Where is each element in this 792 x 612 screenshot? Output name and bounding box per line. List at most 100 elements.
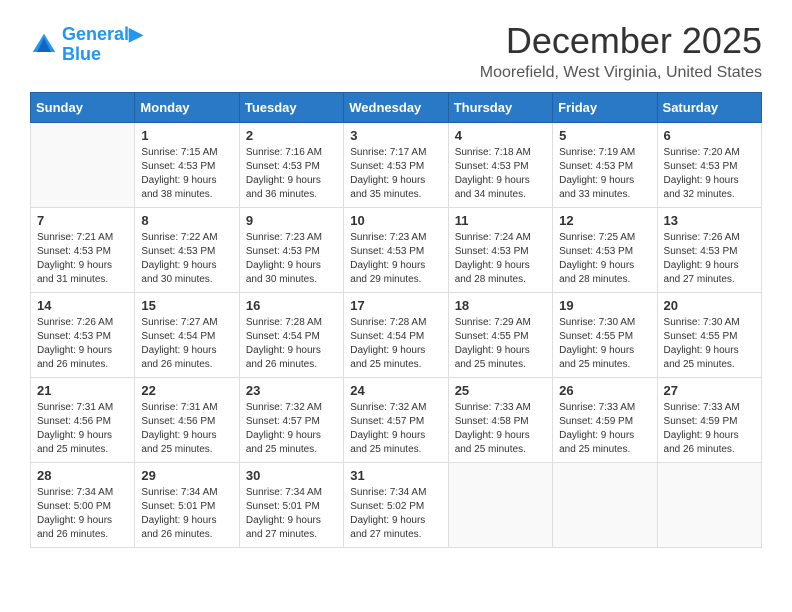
logo-line1: General [62, 24, 129, 44]
calendar-cell [448, 463, 552, 548]
day-number: 4 [455, 128, 546, 143]
day-number: 24 [350, 383, 441, 398]
calendar-cell: 6 Sunrise: 7:20 AMSunset: 4:53 PMDaylight… [657, 123, 761, 208]
day-info: Sunrise: 7:17 AMSunset: 4:53 PMDaylight:… [350, 146, 441, 202]
day-info: Sunrise: 7:23 AMSunset: 4:53 PMDaylight:… [246, 231, 337, 287]
day-info: Sunrise: 7:34 AMSunset: 5:00 PMDaylight:… [37, 486, 128, 542]
day-info: Sunrise: 7:33 AMSunset: 4:59 PMDaylight:… [559, 401, 650, 457]
week-row-1: 1 Sunrise: 7:15 AMSunset: 4:53 PMDaylight… [31, 123, 762, 208]
day-number: 16 [246, 298, 337, 313]
weekday-header-tuesday: Tuesday [239, 93, 343, 123]
calendar-cell: 28 Sunrise: 7:34 AMSunset: 5:00 PMDayligh… [31, 463, 135, 548]
calendar-cell: 17 Sunrise: 7:28 AMSunset: 4:54 PMDayligh… [344, 293, 448, 378]
calendar-cell [31, 123, 135, 208]
day-number: 17 [350, 298, 441, 313]
calendar-cell [657, 463, 761, 548]
day-number: 23 [246, 383, 337, 398]
calendar-cell: 18 Sunrise: 7:29 AMSunset: 4:55 PMDayligh… [448, 293, 552, 378]
day-number: 28 [37, 468, 128, 483]
day-number: 1 [141, 128, 232, 143]
day-number: 10 [350, 213, 441, 228]
day-number: 8 [141, 213, 232, 228]
calendar-cell: 13 Sunrise: 7:26 AMSunset: 4:53 PMDayligh… [657, 208, 761, 293]
weekday-header-monday: Monday [135, 93, 239, 123]
calendar-cell: 1 Sunrise: 7:15 AMSunset: 4:53 PMDaylight… [135, 123, 239, 208]
logo-text: General▶ Blue [62, 25, 143, 65]
month-year-title: December 2025 [480, 20, 762, 62]
day-info: Sunrise: 7:26 AMSunset: 4:53 PMDaylight:… [664, 231, 755, 287]
day-info: Sunrise: 7:15 AMSunset: 4:53 PMDaylight:… [141, 146, 232, 202]
day-info: Sunrise: 7:30 AMSunset: 4:55 PMDaylight:… [664, 316, 755, 372]
week-row-5: 28 Sunrise: 7:34 AMSunset: 5:00 PMDayligh… [31, 463, 762, 548]
day-number: 22 [141, 383, 232, 398]
day-number: 3 [350, 128, 441, 143]
day-number: 27 [664, 383, 755, 398]
logo-line2: Blue [62, 44, 101, 64]
calendar-cell: 15 Sunrise: 7:27 AMSunset: 4:54 PMDayligh… [135, 293, 239, 378]
day-info: Sunrise: 7:34 AMSunset: 5:01 PMDaylight:… [141, 486, 232, 542]
calendar-cell: 22 Sunrise: 7:31 AMSunset: 4:56 PMDayligh… [135, 378, 239, 463]
day-info: Sunrise: 7:32 AMSunset: 4:57 PMDaylight:… [246, 401, 337, 457]
calendar-cell: 14Sunrise: 7:26 AMSunset: 4:53 PMDayligh… [31, 293, 135, 378]
day-info: Sunrise: 7:22 AMSunset: 4:53 PMDaylight:… [141, 231, 232, 287]
day-number: 12 [559, 213, 650, 228]
day-number: 30 [246, 468, 337, 483]
day-info: Sunrise: 7:27 AMSunset: 4:54 PMDaylight:… [141, 316, 232, 372]
day-info: Sunrise: 7:24 AMSunset: 4:53 PMDaylight:… [455, 231, 546, 287]
calendar-cell: 11 Sunrise: 7:24 AMSunset: 4:53 PMDayligh… [448, 208, 552, 293]
calendar-cell: 10 Sunrise: 7:23 AMSunset: 4:53 PMDayligh… [344, 208, 448, 293]
day-info: Sunrise: 7:19 AMSunset: 4:53 PMDaylight:… [559, 146, 650, 202]
day-info: Sunrise: 7:28 AMSunset: 4:54 PMDaylight:… [246, 316, 337, 372]
day-info: Sunrise: 7:20 AMSunset: 4:53 PMDaylight:… [664, 146, 755, 202]
calendar-cell: 20Sunrise: 7:30 AMSunset: 4:55 PMDayligh… [657, 293, 761, 378]
calendar-cell: 21Sunrise: 7:31 AMSunset: 4:56 PMDayligh… [31, 378, 135, 463]
day-number: 26 [559, 383, 650, 398]
day-info: Sunrise: 7:28 AMSunset: 4:54 PMDaylight:… [350, 316, 441, 372]
location-subtitle: Moorefield, West Virginia, United States [480, 64, 762, 82]
page-header: General▶ Blue December 2025 Moorefield, … [30, 20, 762, 82]
calendar-cell: 19 Sunrise: 7:30 AMSunset: 4:55 PMDayligh… [553, 293, 657, 378]
day-info: Sunrise: 7:34 AMSunset: 5:01 PMDaylight:… [246, 486, 337, 542]
day-number: 31 [350, 468, 441, 483]
day-number: 18 [455, 298, 546, 313]
calendar-cell: 26 Sunrise: 7:33 AMSunset: 4:59 PMDayligh… [553, 378, 657, 463]
calendar-cell: 29 Sunrise: 7:34 AMSunset: 5:01 PMDayligh… [135, 463, 239, 548]
calendar-cell: 3 Sunrise: 7:17 AMSunset: 4:53 PMDaylight… [344, 123, 448, 208]
day-info: Sunrise: 7:21 AMSunset: 4:53 PMDaylight:… [37, 231, 128, 287]
calendar-cell: 8 Sunrise: 7:22 AMSunset: 4:53 PMDaylight… [135, 208, 239, 293]
calendar-cell: 7Sunrise: 7:21 AMSunset: 4:53 PMDaylight… [31, 208, 135, 293]
calendar-cell: 5Sunrise: 7:19 AMSunset: 4:53 PMDaylight… [553, 123, 657, 208]
calendar-cell: 12 Sunrise: 7:25 AMSunset: 4:53 PMDayligh… [553, 208, 657, 293]
weekday-header-saturday: Saturday [657, 93, 761, 123]
day-number: 15 [141, 298, 232, 313]
day-number: 19 [559, 298, 650, 313]
logo-blue: ▶ [129, 24, 143, 44]
calendar-cell: 4Sunrise: 7:18 AMSunset: 4:53 PMDaylight… [448, 123, 552, 208]
calendar-cell: 27 Sunrise: 7:33 AMSunset: 4:59 PMDayligh… [657, 378, 761, 463]
day-info: Sunrise: 7:30 AMSunset: 4:55 PMDaylight:… [559, 316, 650, 372]
day-info: Sunrise: 7:23 AMSunset: 4:53 PMDaylight:… [350, 231, 441, 287]
day-info: Sunrise: 7:29 AMSunset: 4:55 PMDaylight:… [455, 316, 546, 372]
logo-icon [30, 31, 58, 59]
calendar-header-row: SundayMondayTuesdayWednesdayThursdayFrid… [31, 93, 762, 123]
day-info: Sunrise: 7:33 AMSunset: 4:59 PMDaylight:… [664, 401, 755, 457]
day-number: 13 [664, 213, 755, 228]
week-row-2: 7Sunrise: 7:21 AMSunset: 4:53 PMDaylight… [31, 208, 762, 293]
day-number: 9 [246, 213, 337, 228]
day-info: Sunrise: 7:25 AMSunset: 4:53 PMDaylight:… [559, 231, 650, 287]
day-number: 6 [664, 128, 755, 143]
day-number: 11 [455, 213, 546, 228]
day-info: Sunrise: 7:31 AMSunset: 4:56 PMDaylight:… [141, 401, 232, 457]
logo: General▶ Blue [30, 25, 143, 65]
day-info: Sunrise: 7:34 AMSunset: 5:02 PMDaylight:… [350, 486, 441, 542]
week-row-3: 14Sunrise: 7:26 AMSunset: 4:53 PMDayligh… [31, 293, 762, 378]
weekday-header-wednesday: Wednesday [344, 93, 448, 123]
day-number: 2 [246, 128, 337, 143]
calendar-cell: 23 Sunrise: 7:32 AMSunset: 4:57 PMDayligh… [239, 378, 343, 463]
day-number: 29 [141, 468, 232, 483]
weekday-header-thursday: Thursday [448, 93, 552, 123]
calendar-cell: 30 Sunrise: 7:34 AMSunset: 5:01 PMDayligh… [239, 463, 343, 548]
weekday-header-friday: Friday [553, 93, 657, 123]
calendar-cell: 31 Sunrise: 7:34 AMSunset: 5:02 PMDayligh… [344, 463, 448, 548]
day-number: 14 [37, 298, 128, 313]
